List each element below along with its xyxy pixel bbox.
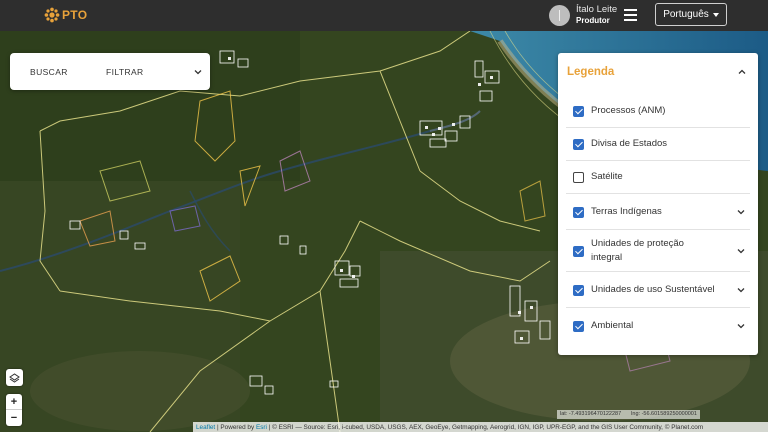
coord-lat: lat: -7.4931964701222​87 — [560, 411, 622, 417]
logo-text: PTO — [62, 8, 88, 22]
legend-item-processos[interactable]: Processos (ANM) — [566, 95, 750, 128]
legend-item-label: Terras Indígenas — [591, 206, 662, 217]
protecao-integral-checkbox[interactable] — [573, 246, 584, 257]
terras-indigenas-checkbox[interactable] — [573, 207, 584, 218]
chevron-down-icon[interactable] — [736, 321, 746, 331]
legend-item-satelite[interactable]: Satélite — [566, 161, 750, 194]
legend-panel: Legenda Processos (ANM) Divisa de Estado… — [558, 53, 758, 355]
legend-item-label: Ambiental — [591, 320, 634, 331]
legend-item-ambiental[interactable]: Ambiental — [566, 308, 750, 344]
chevron-down-icon[interactable] — [736, 246, 746, 256]
layers-icon — [9, 373, 20, 383]
legend-item-label: Satélite — [591, 171, 623, 182]
top-bar: PTO Ítalo Leite Produtor Português — [0, 0, 768, 31]
map-attribution: Leaflet | Powered by Esri | © ESRI — Sou… — [193, 422, 768, 432]
user-profile[interactable]: Ítalo Leite Produtor — [549, 4, 617, 26]
legend-item-protecao-integral[interactable]: Unidades de proteção integral — [566, 230, 750, 272]
zoom-control: + − — [6, 394, 22, 426]
uso-sustentavel-checkbox[interactable] — [573, 285, 584, 296]
language-label: Português — [663, 9, 709, 20]
chevron-down-icon[interactable] — [736, 285, 746, 295]
chevron-up-icon[interactable] — [737, 67, 747, 77]
leaflet-link[interactable]: Leaflet — [196, 424, 215, 431]
avatar[interactable] — [549, 4, 570, 26]
hamburger-icon[interactable] — [624, 9, 637, 21]
chevron-down-icon[interactable] — [736, 207, 746, 217]
legend-item-label: Processos (ANM) — [591, 105, 666, 116]
search-panel: BUSCAR FILTRAR — [10, 53, 210, 90]
legend-item-label: Unidades de uso Sustentável — [591, 284, 715, 295]
attribution-text: | © ESRI — Source: Esri, i-cubed, USDA, … — [266, 423, 704, 431]
caret-down-icon — [712, 12, 719, 17]
user-role: Produtor — [576, 16, 610, 25]
legend-header[interactable]: Legenda — [558, 53, 758, 91]
legend-item-divisa-estados[interactable]: Divisa de Estados — [566, 128, 750, 161]
legend-item-uso-sustentavel[interactable]: Unidades de uso Sustentável — [566, 272, 750, 308]
search-button[interactable]: BUSCAR — [30, 67, 68, 77]
coordinates-readout: lat: -7.4931964701222​87 lng: -56.601589… — [557, 410, 700, 419]
attribution-powered: | Powered by — [215, 423, 256, 431]
layers-control[interactable] — [6, 369, 23, 386]
user-name: Ítalo Leite — [576, 4, 618, 15]
esri-link[interactable]: Esri — [256, 424, 267, 431]
processos-checkbox[interactable] — [573, 106, 584, 117]
filter-button[interactable]: FILTRAR — [106, 67, 144, 77]
legend-item-label: Divisa de Estados — [591, 138, 668, 149]
satelite-checkbox[interactable] — [573, 172, 584, 183]
coord-lng: lng: -56.6015892500000​01 — [631, 411, 697, 417]
divisa-estados-checkbox[interactable] — [573, 139, 584, 150]
legend-title: Legenda — [567, 66, 615, 78]
legend-item-label: Unidades de proteção integral — [591, 238, 684, 263]
language-select[interactable]: Português — [655, 3, 727, 26]
ambiental-checkbox[interactable] — [573, 321, 584, 332]
chevron-down-icon[interactable] — [193, 67, 203, 77]
app-logo[interactable]: PTO — [44, 7, 87, 23]
legend-item-terras-indigenas[interactable]: Terras Indígenas — [566, 194, 750, 230]
zoom-out-button[interactable]: − — [6, 410, 22, 426]
sun-logo-icon — [44, 7, 60, 23]
zoom-in-button[interactable]: + — [6, 394, 22, 410]
